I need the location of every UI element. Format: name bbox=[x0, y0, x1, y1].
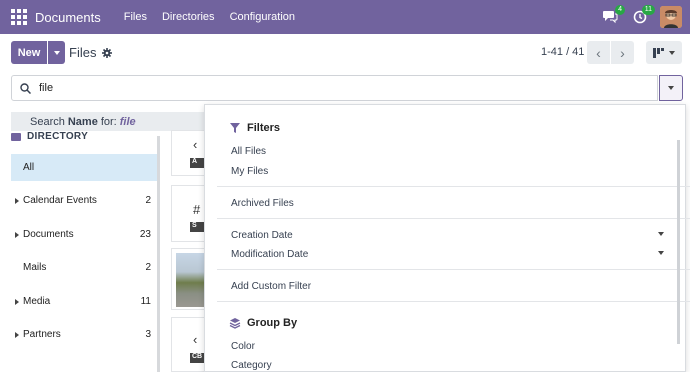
pager-value[interactable]: 1-41 / 41 bbox=[541, 46, 584, 58]
search-suggestion[interactable]: Search Name for: file bbox=[11, 112, 204, 131]
search-icon bbox=[20, 82, 31, 94]
messages-button[interactable]: 4 bbox=[598, 5, 625, 29]
menu-directories[interactable]: Directories bbox=[162, 11, 215, 23]
user-avatar[interactable] bbox=[660, 6, 682, 28]
file-type-icon: ‹ bbox=[193, 332, 198, 347]
sidebar-item-count: 2 bbox=[145, 262, 151, 273]
caret-down-icon bbox=[668, 86, 674, 90]
suggestion-value: file bbox=[119, 115, 136, 128]
divider bbox=[217, 301, 690, 302]
pager-buttons: ‹ › bbox=[587, 41, 634, 64]
sidebar-item-all[interactable]: All bbox=[11, 154, 157, 181]
caret-down-icon bbox=[669, 50, 675, 55]
messages-badge: 4 bbox=[615, 5, 625, 15]
sidebar-item-label: All bbox=[23, 162, 35, 173]
next-page-button[interactable]: › bbox=[611, 41, 634, 64]
sidebar-scrollbar[interactable] bbox=[157, 136, 160, 372]
filter-all-files[interactable]: All Files bbox=[231, 146, 266, 157]
sidebar-item-calendar-events[interactable]: Calendar Events 2 bbox=[11, 187, 157, 214]
sidebar-item-label: Documents bbox=[23, 229, 74, 240]
directory-header: DIRECTORY bbox=[11, 131, 88, 142]
sidebar-item-media[interactable]: Media 11 bbox=[11, 288, 157, 315]
add-custom-filter[interactable]: Add Custom Filter bbox=[231, 281, 311, 292]
divider bbox=[217, 186, 690, 187]
systray: 4 11 bbox=[592, 5, 682, 29]
filter-my-files[interactable]: My Files bbox=[231, 166, 268, 177]
chevron-right-icon: › bbox=[620, 44, 625, 61]
suggestion-for: for: bbox=[100, 115, 117, 128]
apps-menu-icon[interactable] bbox=[11, 9, 27, 25]
caret-down-icon[interactable] bbox=[658, 251, 664, 255]
sidebar-item-mails[interactable]: Mails 2 bbox=[11, 254, 157, 281]
filters-section-title: Filters bbox=[229, 122, 280, 134]
divider bbox=[217, 269, 690, 270]
sidebar-item-label: Media bbox=[23, 296, 51, 307]
groupby-color[interactable]: Color bbox=[231, 341, 255, 352]
divider bbox=[217, 218, 690, 219]
filter-creation-date[interactable]: Creation Date bbox=[231, 230, 293, 241]
search-panel-toggle[interactable] bbox=[659, 75, 683, 101]
file-type-icon: ‹ bbox=[193, 137, 198, 152]
app-brand[interactable]: Documents bbox=[35, 10, 101, 25]
sidebar-item-label: Mails bbox=[23, 262, 47, 273]
sidebar-item-partners[interactable]: Partners 3 bbox=[11, 321, 157, 348]
groupby-category[interactable]: Category bbox=[231, 360, 272, 371]
layers-icon bbox=[229, 318, 241, 329]
top-navbar: Documents Files Directories Configuratio… bbox=[0, 0, 690, 34]
chevron-left-icon: ‹ bbox=[596, 44, 601, 61]
caret-right-icon[interactable] bbox=[15, 231, 19, 238]
search-panel-dropdown: Filters All Files My Files Archived File… bbox=[204, 104, 690, 372]
main-menu: Files Directories Configuration bbox=[109, 11, 295, 23]
caret-right-icon[interactable] bbox=[15, 298, 19, 305]
groupby-title: Group By bbox=[247, 317, 298, 329]
menu-files[interactable]: Files bbox=[124, 11, 147, 23]
sidebar-item-count: 11 bbox=[140, 296, 151, 307]
page-title: Files bbox=[69, 45, 97, 60]
filter-icon bbox=[230, 123, 240, 133]
gear-icon[interactable] bbox=[102, 47, 113, 58]
activities-badge: 11 bbox=[641, 5, 655, 15]
sidebar-item-count: 2 bbox=[145, 195, 151, 206]
search-query[interactable]: file bbox=[39, 82, 53, 94]
directory-header-label: DIRECTORY bbox=[27, 131, 89, 142]
caret-right-icon[interactable] bbox=[15, 331, 19, 338]
groupby-section-title: Group By bbox=[229, 317, 297, 329]
activities-button[interactable]: 11 bbox=[628, 5, 655, 29]
filter-archived-files[interactable]: Archived Files bbox=[231, 198, 294, 209]
filter-modification-date[interactable]: Modification Date bbox=[231, 249, 308, 260]
search-input[interactable]: file bbox=[11, 75, 658, 101]
caret-down-icon bbox=[53, 50, 60, 55]
sidebar-item-count: 23 bbox=[139, 229, 151, 240]
suggestion-field: Name bbox=[67, 115, 98, 128]
new-button[interactable]: New bbox=[11, 41, 47, 64]
new-dropdown-toggle[interactable] bbox=[48, 41, 65, 64]
menu-configuration[interactable]: Configuration bbox=[230, 11, 295, 23]
sidebar-item-label: Partners bbox=[23, 329, 61, 340]
dropdown-scrollbar[interactable] bbox=[677, 140, 680, 344]
caret-right-icon[interactable] bbox=[15, 197, 19, 204]
folder-icon bbox=[11, 132, 21, 141]
sidebar-item-label: Calendar Events bbox=[23, 195, 97, 206]
file-type-icon: # bbox=[193, 202, 201, 217]
filters-title: Filters bbox=[247, 122, 281, 134]
kanban-icon bbox=[653, 47, 664, 58]
previous-page-button[interactable]: ‹ bbox=[587, 41, 610, 64]
kanban-view-switcher[interactable] bbox=[646, 41, 682, 64]
breadcrumb: Files bbox=[69, 45, 113, 60]
sidebar-item-documents[interactable]: Documents 23 bbox=[11, 221, 157, 248]
sidebar-item-count: 3 bbox=[145, 329, 151, 340]
caret-down-icon[interactable] bbox=[658, 232, 664, 236]
suggestion-prefix: Search bbox=[30, 115, 65, 128]
